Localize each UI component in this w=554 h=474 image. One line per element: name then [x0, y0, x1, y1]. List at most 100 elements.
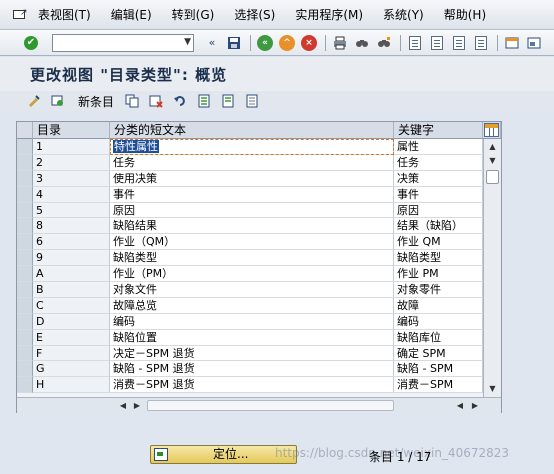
command-field[interactable]: ▼	[52, 33, 194, 52]
row-selector[interactable]	[17, 266, 33, 283]
row-selector[interactable]	[17, 250, 33, 267]
cell-short-text[interactable]: 对象文件	[110, 282, 394, 298]
table-row: 1 特性属性 属性	[17, 139, 483, 155]
cell-keyword[interactable]: 消费－SPM	[394, 377, 483, 394]
cell-short-text[interactable]: 原因	[110, 202, 394, 219]
other-view-icon[interactable]	[50, 93, 66, 109]
cell-short-text[interactable]: 特性属性	[110, 139, 394, 155]
undo-change-icon[interactable]	[172, 93, 188, 109]
select-block-icon[interactable]	[220, 93, 236, 109]
new-entries-button[interactable]: 新条目	[78, 93, 114, 110]
back-icon[interactable]: «	[257, 34, 273, 51]
row-selector[interactable]	[17, 345, 33, 362]
cancel-icon[interactable]: ×	[301, 34, 317, 51]
find-icon[interactable]	[354, 35, 370, 51]
menu-system[interactable]: 系统(Y)	[383, 6, 424, 23]
table-settings-icon[interactable]	[484, 123, 499, 137]
row-selector[interactable]	[17, 234, 33, 251]
cell-short-text[interactable]: 故障总览	[110, 297, 394, 314]
row-selector[interactable]	[17, 139, 33, 155]
row-selector[interactable]	[17, 297, 33, 314]
cell-keyword[interactable]: 对象零件	[394, 282, 483, 298]
save-icon[interactable]	[226, 35, 242, 51]
cell-keyword[interactable]: 决策	[394, 170, 483, 187]
cell-short-text[interactable]: 缺陷结果	[110, 218, 394, 235]
row-selector[interactable]	[17, 202, 33, 219]
first-page-icon[interactable]	[407, 35, 423, 51]
cell-short-text[interactable]: 缺陷位置	[110, 329, 394, 346]
select-all-icon[interactable]	[196, 93, 212, 109]
print-icon[interactable]	[332, 35, 348, 51]
cell-short-text[interactable]: 缺陷 - SPM 退货	[110, 361, 394, 378]
row-selector[interactable]	[17, 313, 33, 330]
scroll-down-icon[interactable]: ▼	[484, 382, 501, 396]
cell-keyword[interactable]: 任务	[394, 154, 483, 171]
shortcut-icon[interactable]	[526, 35, 542, 51]
cell-keyword[interactable]: 原因	[394, 202, 483, 219]
scroll-right-small-icon[interactable]: ▶	[131, 399, 143, 412]
copy-as-icon[interactable]	[124, 93, 140, 109]
menu-help[interactable]: 帮助(H)	[444, 6, 486, 23]
column-header-short-text[interactable]: 分类的短文本	[110, 122, 394, 139]
menu-goto[interactable]: 转到(G)	[172, 6, 215, 23]
cell-keyword[interactable]: 作业 PM	[394, 266, 483, 283]
vertical-scroll-thumb[interactable]	[486, 170, 499, 184]
cell-keyword[interactable]: 缺陷类型	[394, 250, 483, 267]
row-selector[interactable]	[17, 282, 33, 298]
horizontal-scrollbar[interactable]	[147, 400, 394, 411]
display-change-icon[interactable]	[26, 93, 42, 109]
scroll-left-icon[interactable]: ◀	[117, 399, 129, 412]
cell-keyword[interactable]: 结果（缺陷）	[394, 218, 483, 235]
scroll-left-end-icon[interactable]: ◀	[454, 399, 466, 412]
scroll-up-icon[interactable]: ▲	[484, 140, 501, 154]
menu-table-view[interactable]: 表视图(T)	[38, 6, 91, 23]
system-menu-icon[interactable]: ↗	[12, 8, 28, 22]
find-next-icon[interactable]	[376, 35, 392, 51]
cell-short-text[interactable]: 任务	[110, 154, 394, 171]
cell-keyword[interactable]: 故障	[394, 297, 483, 314]
table-row: D 编码 编码	[17, 313, 483, 330]
row-selector[interactable]	[17, 377, 33, 394]
row-selector[interactable]	[17, 361, 33, 378]
menu-edit[interactable]: 编辑(E)	[111, 6, 152, 23]
last-page-icon[interactable]	[473, 35, 489, 51]
cell-keyword[interactable]: 作业 QM	[394, 234, 483, 251]
row-selector[interactable]	[17, 218, 33, 235]
cell-short-text[interactable]: 事件	[110, 186, 394, 203]
vertical-scrollbar[interactable]: ▲ ▼ ▼	[483, 139, 501, 397]
cell-keyword[interactable]: 缺陷 - SPM	[394, 361, 483, 378]
row-selector[interactable]	[17, 154, 33, 171]
cell-keyword[interactable]: 缺陷库位	[394, 329, 483, 346]
cell-short-text[interactable]: 编码	[110, 313, 394, 330]
cell-keyword[interactable]: 属性	[394, 139, 483, 155]
chevron-down-icon[interactable]: ▼	[184, 37, 191, 47]
cell-directory: 8	[33, 218, 110, 235]
menu-utilities[interactable]: 实用程序(M)	[295, 6, 363, 23]
cell-short-text[interactable]: 作业（QM）	[110, 234, 394, 251]
cell-short-text[interactable]: 消费－SPM 退货	[110, 377, 394, 394]
create-session-icon[interactable]	[504, 35, 520, 51]
menu-selection[interactable]: 选择(S)	[234, 6, 275, 23]
previous-page-icon[interactable]	[429, 35, 445, 51]
select-all-corner[interactable]	[17, 122, 33, 139]
deselect-all-icon[interactable]	[244, 93, 260, 109]
row-selector[interactable]	[17, 329, 33, 346]
row-selector[interactable]	[17, 170, 33, 187]
delete-icon[interactable]	[148, 93, 164, 109]
row-selector[interactable]	[17, 186, 33, 203]
column-header-directory[interactable]: 目录	[33, 122, 110, 139]
exit-icon[interactable]: ^	[279, 34, 295, 51]
collapse-command-icon[interactable]: «	[204, 35, 220, 51]
cell-short-text[interactable]: 作业（PM）	[110, 266, 394, 283]
cell-short-text[interactable]: 缺陷类型	[110, 250, 394, 267]
column-header-keyword[interactable]: 关键字	[394, 122, 483, 139]
cell-keyword[interactable]: 确定 SPM	[394, 345, 483, 362]
cell-keyword[interactable]: 编码	[394, 313, 483, 330]
scroll-down-page-icon[interactable]: ▼	[484, 154, 501, 168]
cell-short-text[interactable]: 决定－SPM 退货	[110, 345, 394, 362]
enter-check-icon[interactable]: ✔	[24, 35, 38, 50]
cell-keyword[interactable]: 事件	[394, 186, 483, 203]
next-page-icon[interactable]	[451, 35, 467, 51]
cell-short-text[interactable]: 使用决策	[110, 170, 394, 187]
scroll-right-icon[interactable]: ▶	[469, 399, 481, 412]
